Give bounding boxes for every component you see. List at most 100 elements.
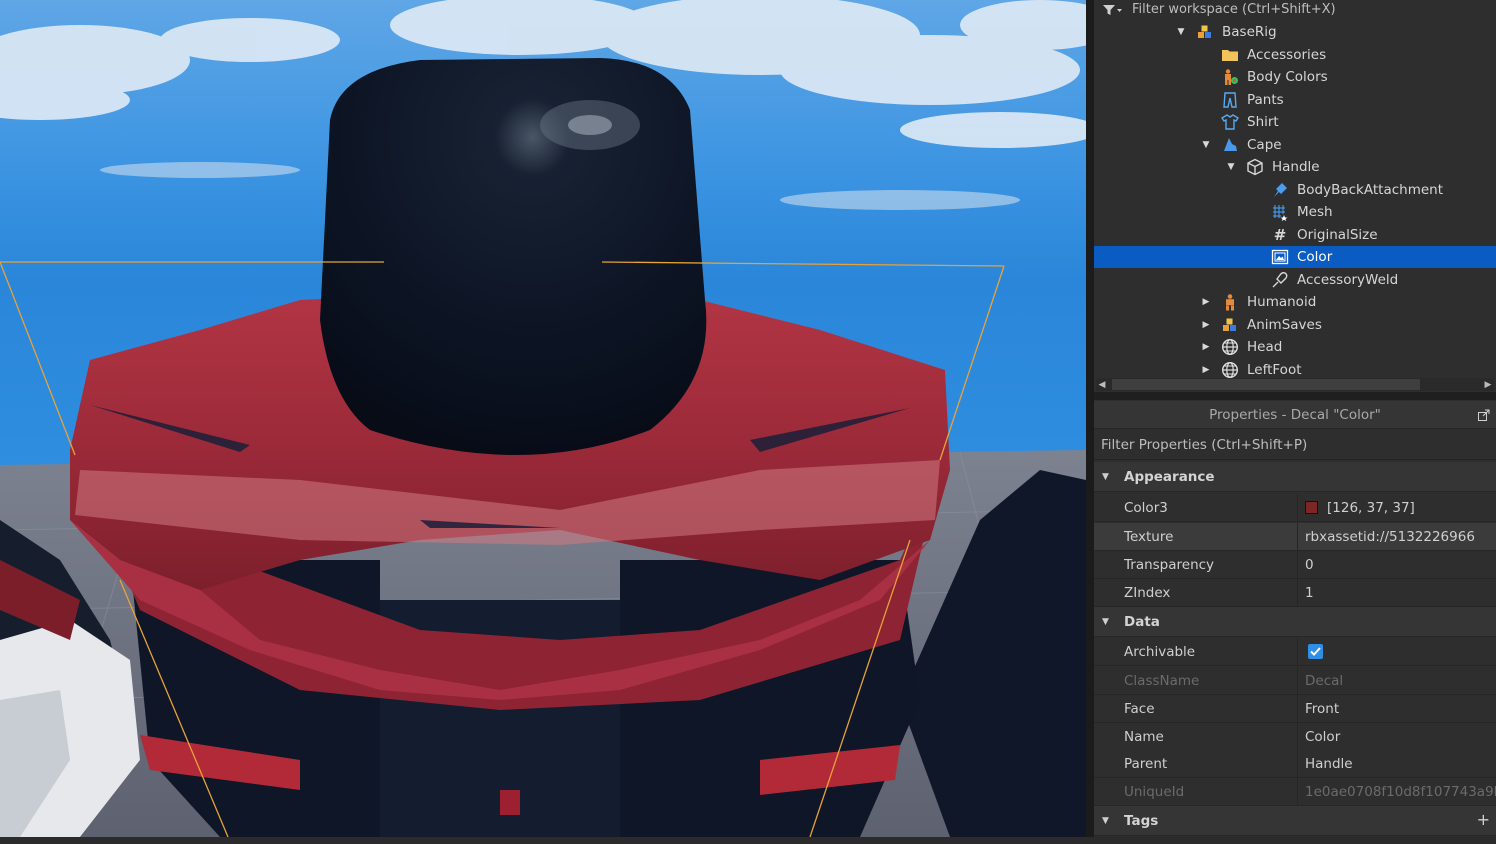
- tree-item-pants[interactable]: Pants: [1094, 89, 1496, 111]
- scrollbar-thumb[interactable]: [1112, 379, 1420, 390]
- collapse-arrow-icon[interactable]: ▼: [1102, 472, 1114, 482]
- category-label: Tags: [1124, 812, 1159, 829]
- viewport-3d[interactable]: [0, 0, 1086, 837]
- weld-icon: [1271, 271, 1289, 289]
- property-classname: ClassName Decal: [1094, 667, 1496, 695]
- attachment-icon: [1271, 181, 1289, 199]
- explorer-filter-placeholder: Filter workspace (Ctrl+Shift+X): [1132, 2, 1336, 17]
- tree-item-label: LeftFoot: [1247, 362, 1302, 378]
- name-value[interactable]: Color: [1298, 723, 1496, 750]
- properties-title: Properties - Decal "Color": [1209, 406, 1381, 423]
- properties-filter[interactable]: Filter Properties (Ctrl+Shift+P): [1094, 430, 1496, 460]
- explorer-filter[interactable]: Filter workspace (Ctrl+Shift+X): [1094, 0, 1496, 19]
- tree-item-humanoid[interactable]: ▶ Humanoid: [1094, 291, 1496, 313]
- properties-title-bar: Properties - Decal "Color": [1094, 401, 1496, 429]
- uniqueid-value: 1e0ae0708f10d8f107743a9b...: [1305, 783, 1496, 800]
- parent-value[interactable]: Handle: [1298, 750, 1496, 777]
- panel-separator[interactable]: [1094, 392, 1496, 400]
- tree-item-label: Humanoid: [1247, 294, 1317, 310]
- property-name-field[interactable]: Name Color: [1094, 723, 1496, 751]
- category-label: Data: [1124, 613, 1160, 630]
- category-tags[interactable]: ▼ Tags +: [1094, 806, 1496, 836]
- accessory-icon: [1221, 136, 1239, 154]
- property-archivable[interactable]: Archivable: [1094, 638, 1496, 666]
- property-value[interactable]: [1298, 638, 1496, 665]
- humanoid-icon: [1221, 293, 1239, 311]
- meshpart-icon: [1221, 338, 1239, 356]
- property-texture[interactable]: Texture rbxassetid://5132226966: [1094, 523, 1496, 551]
- explorer-horizontal-scrollbar[interactable]: ◀ ▶: [1096, 378, 1494, 391]
- tree-item-animsaves[interactable]: ▶ AnimSaves: [1094, 314, 1496, 336]
- tree-item-bodybackattachment[interactable]: BodyBackAttachment: [1094, 179, 1496, 201]
- right-panel: Filter workspace (Ctrl+Shift+X) ▼ BaseRig…: [1094, 0, 1496, 837]
- tree-item-shirt[interactable]: Shirt: [1094, 111, 1496, 133]
- tree-item-label: Body Colors: [1247, 69, 1328, 85]
- transparency-value[interactable]: 0: [1298, 551, 1496, 578]
- tree-item-originalsize[interactable]: # OriginalSize: [1094, 224, 1496, 246]
- category-appearance[interactable]: ▼ Appearance: [1094, 462, 1496, 492]
- expand-down-icon[interactable]: ▼: [1224, 160, 1238, 174]
- tree-item-label: BodyBackAttachment: [1297, 182, 1443, 198]
- color3-value: [126, 37, 37]: [1327, 499, 1415, 516]
- expand-down-icon[interactable]: ▼: [1199, 138, 1213, 152]
- expand-right-icon[interactable]: ▶: [1199, 363, 1213, 377]
- category-data[interactable]: ▼ Data: [1094, 607, 1496, 637]
- add-tag-icon[interactable]: +: [1477, 810, 1490, 829]
- tree-item-label: Shirt: [1247, 114, 1279, 130]
- tree-item-baserig[interactable]: ▼ BaseRig: [1094, 21, 1496, 43]
- scroll-right-icon[interactable]: ▶: [1482, 378, 1494, 391]
- property-parent[interactable]: Parent Handle: [1094, 750, 1496, 778]
- panel-divider[interactable]: [1086, 0, 1094, 837]
- popout-icon[interactable]: [1478, 409, 1490, 421]
- tree-item-handle[interactable]: ▼ Handle: [1094, 156, 1496, 178]
- tree-item-label: Handle: [1272, 159, 1320, 175]
- model-icon: [1196, 23, 1214, 41]
- collapse-arrow-icon[interactable]: ▼: [1102, 617, 1114, 627]
- tree-item-mesh[interactable]: Mesh: [1094, 201, 1496, 223]
- value-icon: #: [1271, 226, 1289, 244]
- status-strip: [0, 837, 1496, 844]
- tree-item-cape[interactable]: ▼ Cape: [1094, 134, 1496, 156]
- property-uniqueid: UniqueId 1e0ae0708f10d8f107743a9b...: [1094, 778, 1496, 806]
- shirt-icon: [1221, 113, 1239, 131]
- zindex-value[interactable]: 1: [1298, 579, 1496, 606]
- color-swatch[interactable]: [1305, 501, 1318, 514]
- property-color3[interactable]: Color3 [126, 37, 37]: [1094, 494, 1496, 522]
- expand-right-icon[interactable]: ▶: [1199, 318, 1213, 332]
- tree-item-head[interactable]: ▶ Head: [1094, 336, 1496, 358]
- mesh-icon: [1271, 203, 1289, 221]
- archivable-checkbox[interactable]: [1308, 644, 1323, 659]
- tree-item-color[interactable]: Color: [1094, 246, 1496, 268]
- property-value[interactable]: [126, 37, 37]: [1298, 494, 1496, 521]
- collapse-arrow-icon[interactable]: ▼: [1102, 816, 1114, 826]
- face-value[interactable]: Front: [1298, 695, 1496, 722]
- part-icon: [1246, 158, 1264, 176]
- meshpart-icon: [1221, 361, 1239, 379]
- texture-value[interactable]: rbxassetid://5132226966: [1298, 523, 1496, 550]
- tree-item-accessories[interactable]: Accessories: [1094, 44, 1496, 66]
- checkmark-icon: [1310, 647, 1321, 656]
- expand-right-icon[interactable]: ▶: [1199, 340, 1213, 354]
- tree-item-label: Head: [1247, 339, 1283, 355]
- expand-down-icon[interactable]: ▼: [1174, 25, 1188, 39]
- tree-item-label: BaseRig: [1222, 24, 1277, 40]
- property-name: Parent: [1094, 750, 1298, 777]
- property-name: Face: [1094, 695, 1298, 722]
- expand-right-icon[interactable]: ▶: [1199, 295, 1213, 309]
- body-colors-icon: [1221, 68, 1239, 86]
- model-icon: [1221, 316, 1239, 334]
- tree-item-label: Color: [1297, 249, 1333, 265]
- filter-icon[interactable]: [1102, 3, 1124, 17]
- property-transparency[interactable]: Transparency 0: [1094, 551, 1496, 579]
- property-face[interactable]: Face Front: [1094, 695, 1496, 723]
- svg-text:#: #: [1274, 226, 1287, 244]
- scroll-left-icon[interactable]: ◀: [1096, 378, 1108, 391]
- tree-item-accessoryweld[interactable]: AccessoryWeld: [1094, 269, 1496, 291]
- category-label: Appearance: [1124, 468, 1215, 485]
- tree-item-body-colors[interactable]: Body Colors: [1094, 66, 1496, 88]
- property-zindex[interactable]: ZIndex 1: [1094, 579, 1496, 607]
